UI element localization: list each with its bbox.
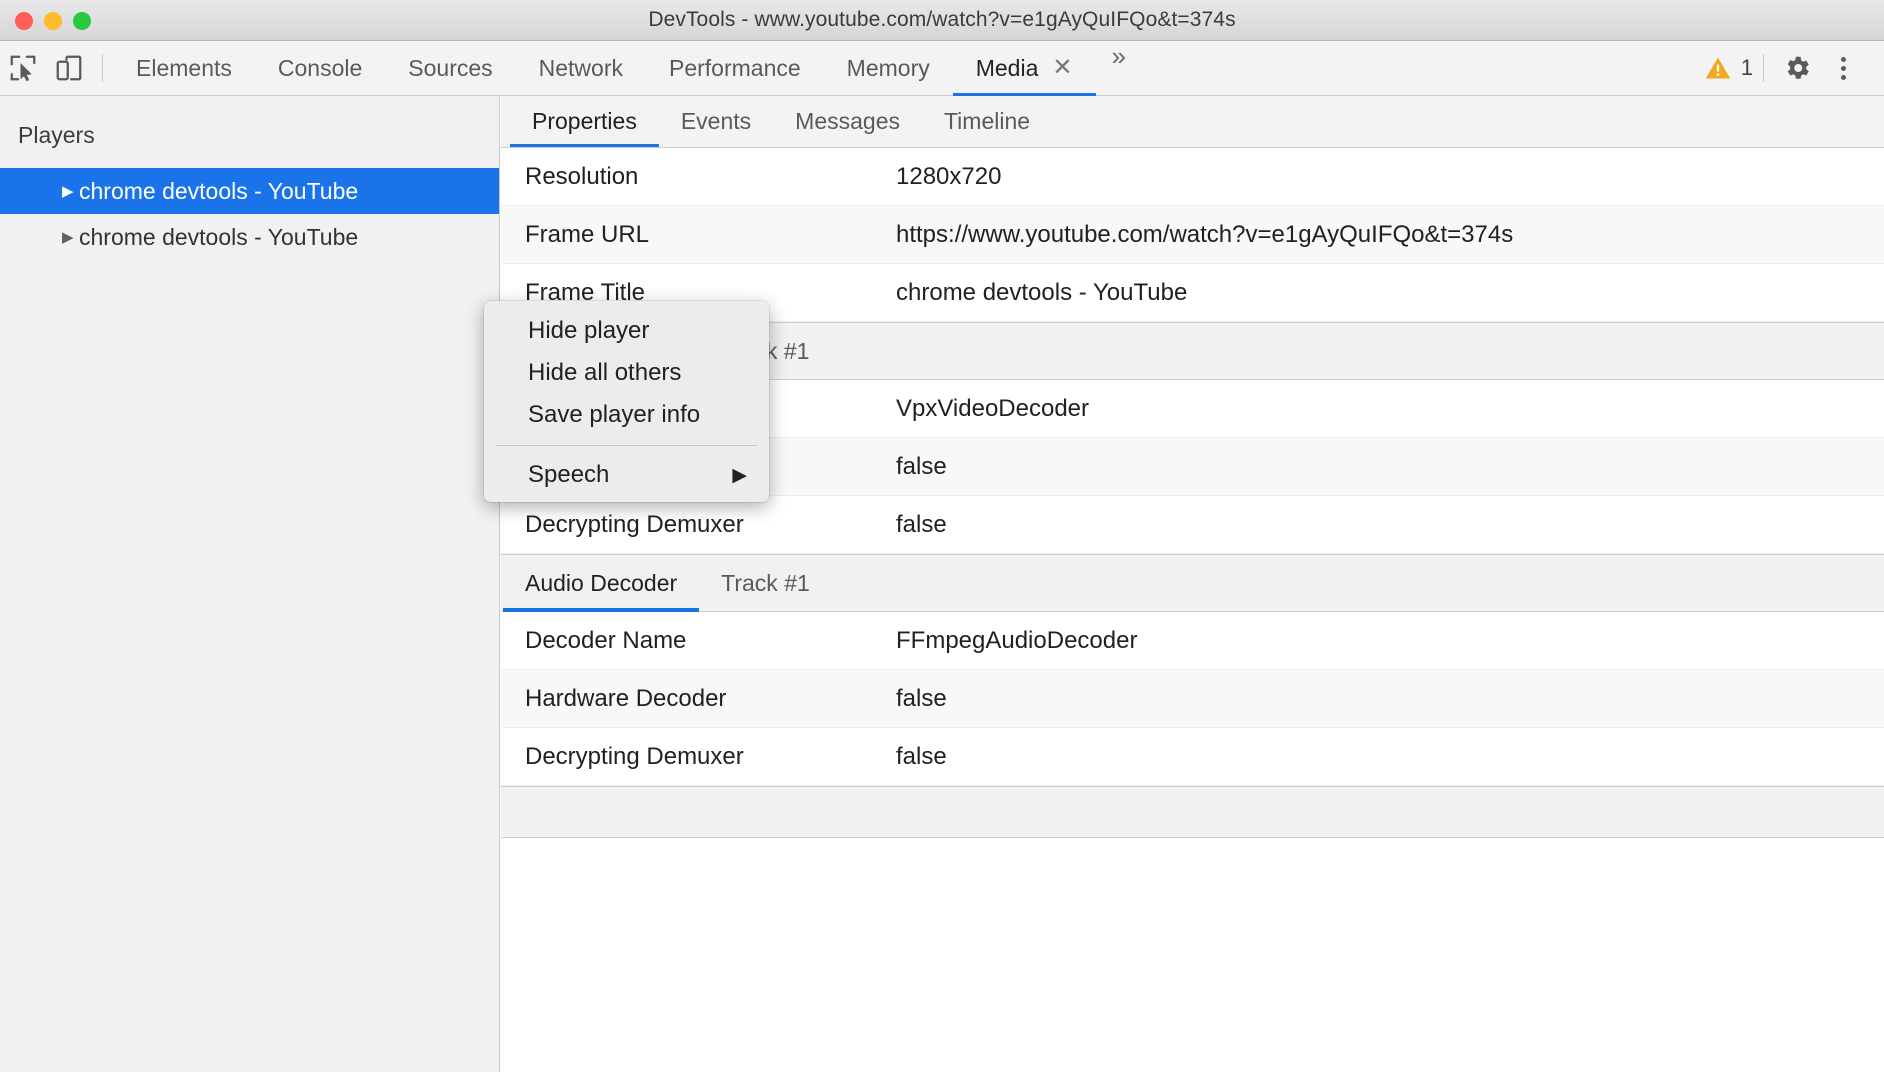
warning-count: 1 xyxy=(1741,55,1753,81)
close-icon[interactable]: ✕ xyxy=(1052,56,1072,80)
tab-events[interactable]: Events xyxy=(659,96,773,147)
property-value: false xyxy=(896,743,1884,771)
empty-section-header xyxy=(501,786,1884,838)
tab-audio-track-1[interactable]: Track #1 xyxy=(699,555,832,611)
property-name: Frame URL xyxy=(501,221,896,249)
property-value: chrome devtools - YouTube xyxy=(896,279,1884,307)
tab-label: Console xyxy=(278,55,362,82)
tab-timeline[interactable]: Timeline xyxy=(922,96,1052,147)
menu-item-label: Speech xyxy=(528,461,609,489)
tab-properties[interactable]: Properties xyxy=(510,96,659,147)
menu-item-label: Hide all others xyxy=(528,359,681,387)
menu-item-label: Save player info xyxy=(528,401,700,429)
tab-label: Memory xyxy=(847,55,930,82)
tab-label: Track #1 xyxy=(721,570,810,597)
submenu-arrow-icon: ▶ xyxy=(732,464,747,487)
property-name: Hardware Decoder xyxy=(501,685,896,713)
detail-tabs: Properties Events Messages Timeline xyxy=(501,96,1884,148)
menu-item-label: Hide player xyxy=(528,317,649,345)
more-tabs-icon[interactable]: » xyxy=(1096,41,1142,96)
player-context-menu: Hide player Hide all others Save player … xyxy=(484,301,769,502)
tab-label: Audio Decoder xyxy=(525,570,677,597)
tab-messages[interactable]: Messages xyxy=(773,96,922,147)
property-name: Resolution xyxy=(501,163,896,191)
kebab-dots xyxy=(1841,57,1846,80)
player-list-item-1[interactable]: ▶ chrome devtools - YouTube xyxy=(0,214,499,260)
player-label: chrome devtools - YouTube xyxy=(79,178,358,205)
devtools-toolbar: Elements Console Sources Network Perform… xyxy=(0,41,1884,96)
toolbar-divider xyxy=(102,54,103,82)
tab-label: Network xyxy=(539,55,623,82)
property-value: https://www.youtube.com/watch?v=e1gAyQuI… xyxy=(896,221,1884,249)
tab-performance[interactable]: Performance xyxy=(646,41,824,96)
panel-tabs: Elements Console Sources Network Perform… xyxy=(113,41,1142,96)
tab-label: Events xyxy=(681,108,751,135)
property-value: false xyxy=(896,511,1884,539)
tab-audio-decoder[interactable]: Audio Decoder xyxy=(503,555,699,611)
warning-triangle-icon xyxy=(1704,54,1732,82)
property-value: VpxVideoDecoder xyxy=(896,395,1884,423)
window-controls xyxy=(15,12,91,30)
audio-decoder-section-header: Audio Decoder Track #1 xyxy=(501,554,1884,612)
property-name: Decoder Name xyxy=(501,627,896,655)
table-row: Decrypting Demuxer false xyxy=(501,728,1884,786)
close-button[interactable] xyxy=(15,12,33,30)
table-row: Decoder Name FFmpegAudioDecoder xyxy=(501,612,1884,670)
tab-sources[interactable]: Sources xyxy=(385,41,515,96)
table-row: Frame URL https://www.youtube.com/watch?… xyxy=(501,206,1884,264)
table-row: Hardware Decoder false xyxy=(501,670,1884,728)
players-heading: Players xyxy=(0,96,499,149)
property-name: Decrypting Demuxer xyxy=(501,743,896,771)
context-menu-item-hide-player[interactable]: Hide player xyxy=(484,310,769,352)
player-detail-pane: Properties Events Messages Timeline Reso… xyxy=(501,96,1884,1072)
context-menu-item-save-player-info[interactable]: Save player info xyxy=(484,394,769,436)
players-sidebar: Players ▶ chrome devtools - YouTube ▶ ch… xyxy=(0,96,500,1072)
context-menu-item-hide-all-others[interactable]: Hide all others xyxy=(484,352,769,394)
kebab-menu-icon[interactable] xyxy=(1820,45,1866,91)
devtools-body: Players ▶ chrome devtools - YouTube ▶ ch… xyxy=(0,96,1884,1072)
toolbar-right-actions: 1 xyxy=(1704,45,1884,91)
warning-badge[interactable]: 1 xyxy=(1704,54,1753,82)
expand-arrow-icon[interactable]: ▶ xyxy=(62,182,74,200)
property-name: Decrypting Demuxer xyxy=(501,511,896,539)
tab-label: Timeline xyxy=(944,108,1030,135)
gear-icon[interactable] xyxy=(1774,45,1820,91)
tab-label: Elements xyxy=(136,55,232,82)
context-menu-separator xyxy=(496,445,757,446)
minimize-button[interactable] xyxy=(44,12,62,30)
device-toolbar-icon[interactable] xyxy=(46,45,92,91)
tab-label: Properties xyxy=(532,108,637,135)
tab-media[interactable]: Media ✕ xyxy=(953,41,1096,96)
tab-label: Performance xyxy=(669,55,801,82)
window-title-bar: DevTools - www.youtube.com/watch?v=e1gAy… xyxy=(0,0,1884,41)
tab-console[interactable]: Console xyxy=(255,41,385,96)
table-row: Decrypting Demuxer false xyxy=(501,496,1884,554)
players-list: ▶ chrome devtools - YouTube ▶ chrome dev… xyxy=(0,168,499,260)
property-value: 1280x720 xyxy=(896,163,1884,191)
maximize-button[interactable] xyxy=(73,12,91,30)
inspect-element-icon[interactable] xyxy=(0,45,46,91)
tab-elements[interactable]: Elements xyxy=(113,41,255,96)
context-menu-item-speech[interactable]: Speech ▶ xyxy=(484,454,769,496)
player-list-item-0[interactable]: ▶ chrome devtools - YouTube xyxy=(0,168,499,214)
tab-label: Messages xyxy=(795,108,900,135)
tab-memory[interactable]: Memory xyxy=(824,41,953,96)
property-value: false xyxy=(896,685,1884,713)
window-title: DevTools - www.youtube.com/watch?v=e1gAy… xyxy=(0,8,1884,32)
property-value: FFmpegAudioDecoder xyxy=(896,627,1884,655)
tab-label: Sources xyxy=(408,55,492,82)
property-value: false xyxy=(896,453,1884,481)
tab-network[interactable]: Network xyxy=(516,41,646,96)
player-label: chrome devtools - YouTube xyxy=(79,224,358,251)
toolbar-divider-right xyxy=(1763,54,1764,82)
table-row: Resolution 1280x720 xyxy=(501,148,1884,206)
expand-arrow-icon[interactable]: ▶ xyxy=(62,228,74,246)
tab-label: Media xyxy=(976,55,1039,82)
